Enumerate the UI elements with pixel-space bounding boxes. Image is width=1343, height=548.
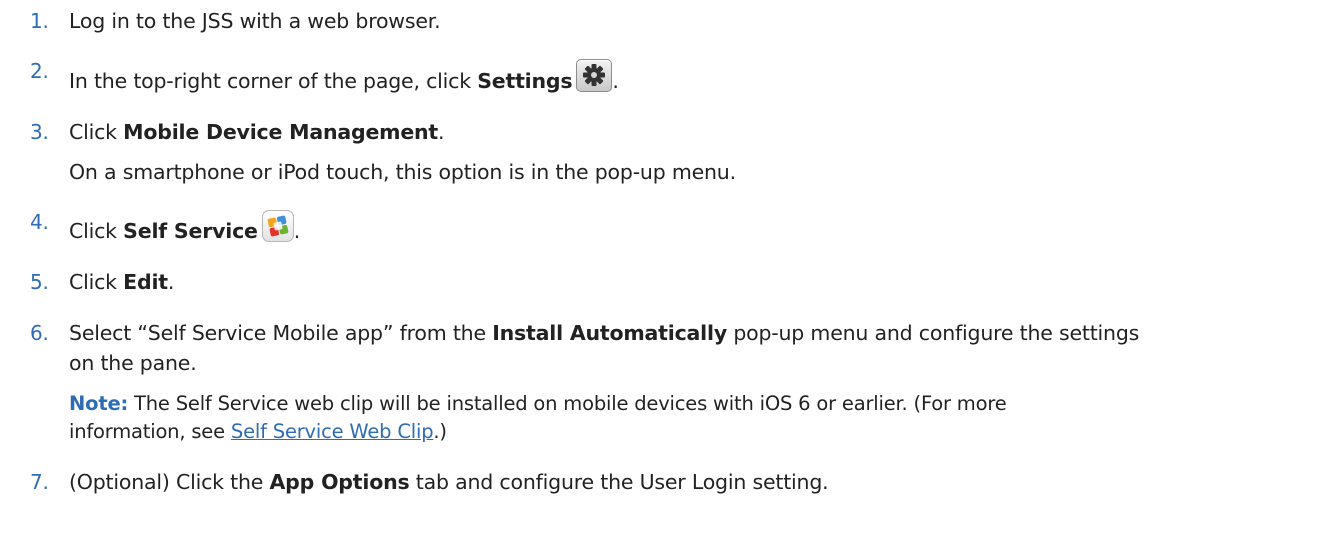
note-label: Note:: [69, 392, 129, 415]
step-text-post: pop-up menu and configure the settings: [727, 321, 1140, 345]
step-number: 7.: [30, 470, 49, 494]
step-text-post: .: [612, 69, 619, 93]
step-text: Select “Self Service Mobile app” from th…: [69, 321, 1331, 345]
step-text: Click Self Service.: [69, 210, 1331, 243]
step-text: Click Mobile Device Management.: [69, 120, 1331, 144]
step-number: 1.: [30, 9, 49, 33]
install-automatically-label: Install Automatically: [492, 321, 728, 345]
step-text-pre: Click: [69, 270, 124, 294]
gear-icon: [576, 59, 613, 92]
step-text-post: .: [438, 120, 445, 144]
note-text: Note: The Self Service web clip will be …: [69, 392, 1331, 416]
self-service-label: Self Service: [123, 219, 258, 243]
step-text-pre: Click: [69, 219, 124, 243]
step-text-post: .: [167, 270, 175, 294]
self-service-web-clip-link[interactable]: Self Service Web Clip: [231, 420, 434, 443]
self-service-icon: [261, 210, 294, 242]
step-text-post: .: [293, 219, 301, 243]
note-body-continued: information, see: [69, 420, 231, 443]
mobile-device-management-label: Mobile Device Management: [123, 120, 439, 144]
step-text-pre: Click: [69, 120, 124, 144]
step-text: Log in to the JSS with a web browser.: [69, 9, 441, 33]
step-number: 2.: [30, 59, 49, 83]
step-text: In the top-right corner of the page, cli…: [69, 59, 1331, 93]
step-text-pre: In the top-right corner of the page, cli…: [69, 69, 478, 93]
app-options-label: App Options: [269, 470, 410, 494]
step-text: Click Edit.: [69, 270, 1331, 294]
step-text-pre: Select “Self Service Mobile app” from th…: [69, 321, 493, 345]
step-text-pre: (Optional) Click the: [69, 470, 270, 494]
step-number: 6.: [30, 321, 49, 345]
step-text: (Optional) Click the App Options tab and…: [69, 470, 1331, 494]
step-text-continued: on the pane.: [69, 351, 197, 375]
note-text-continued: information, see Self Service Web Clip.): [69, 420, 1331, 444]
note-body-end: .): [433, 420, 447, 443]
step-subtext: On a smartphone or iPod touch, this opti…: [69, 160, 736, 184]
step-number: 5.: [30, 270, 49, 294]
step-number: 4.: [30, 210, 49, 234]
step-number: 3.: [30, 120, 49, 144]
note-body: The Self Service web clip will be instal…: [128, 392, 1007, 415]
edit-label: Edit: [123, 270, 168, 294]
settings-label: Settings: [477, 69, 573, 93]
step-text-post: tab and configure the User Login setting…: [409, 470, 829, 494]
